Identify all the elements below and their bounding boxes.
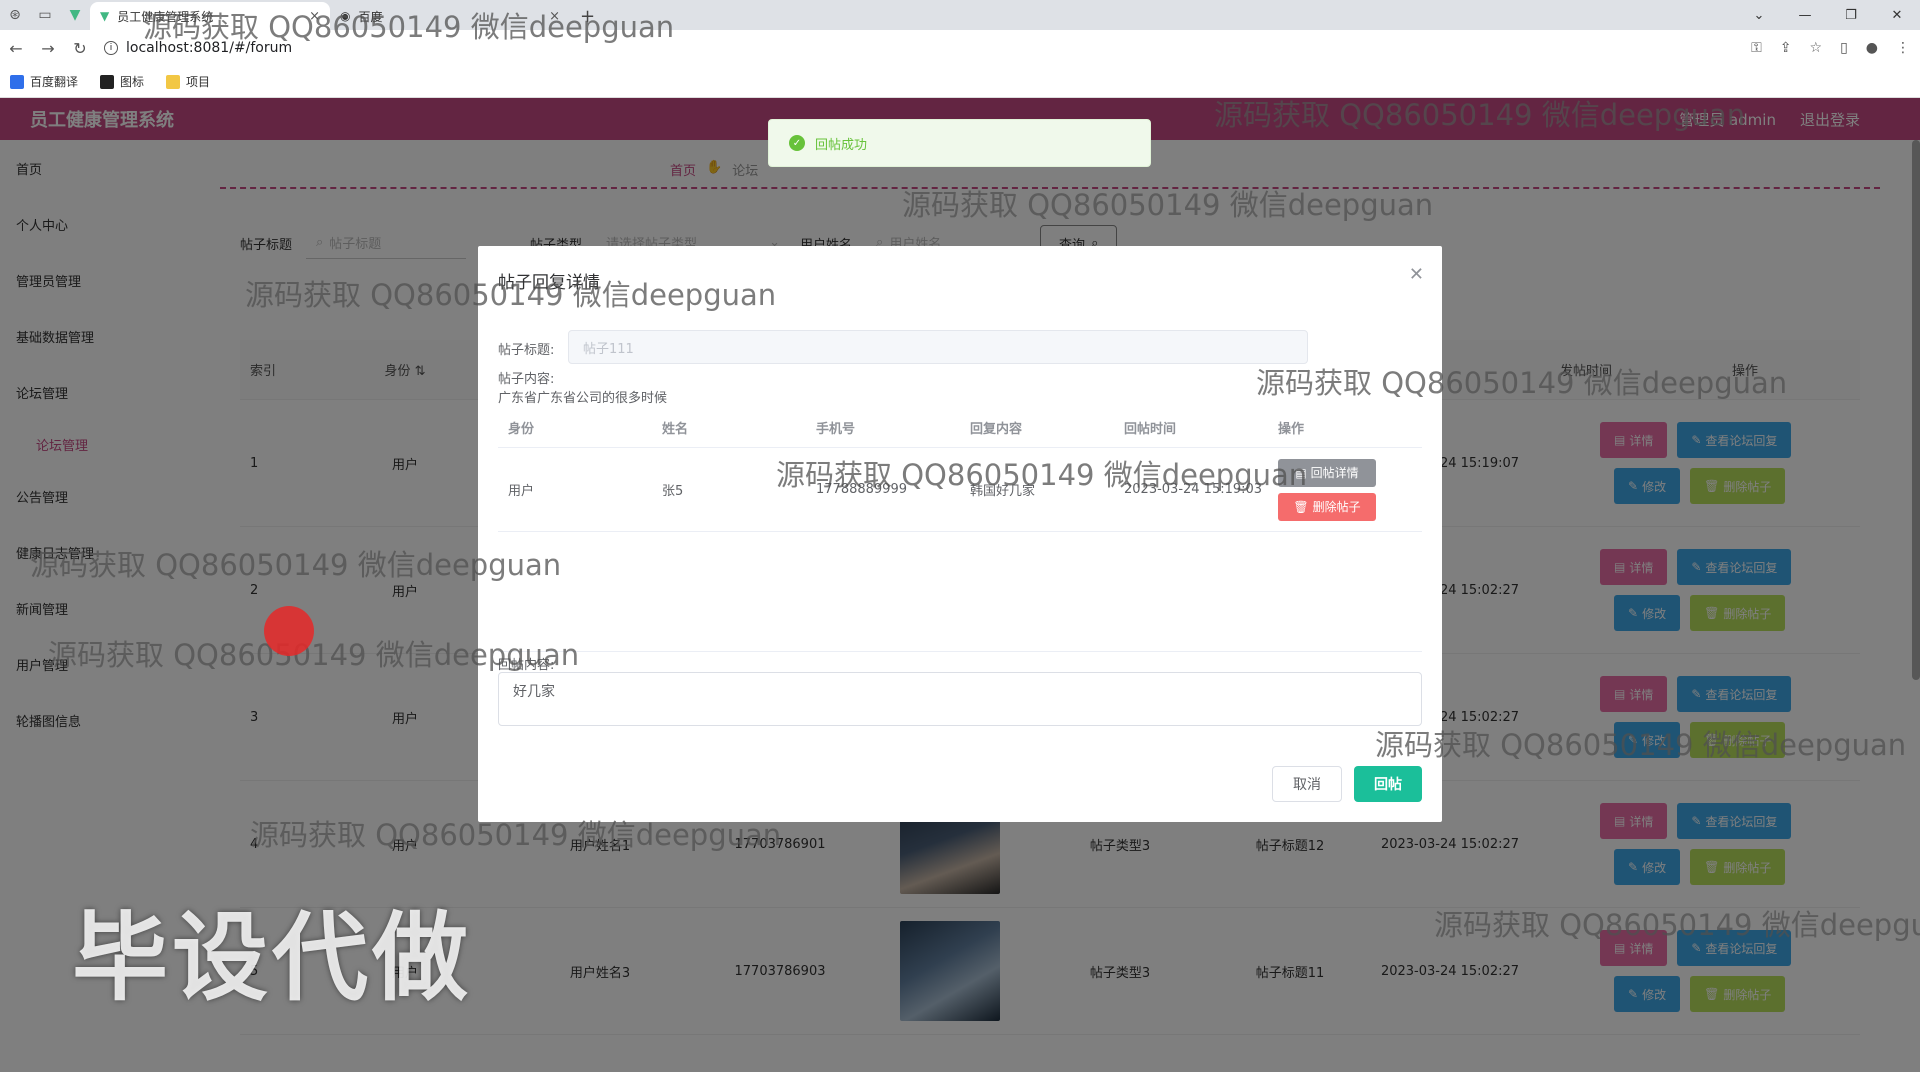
translate-icon bbox=[10, 74, 24, 89]
post-title-label: 帖子标题: bbox=[498, 343, 555, 358]
url-field[interactable]: i localhost:8081/#/forum bbox=[104, 40, 292, 56]
reply-content: 韩国好几家 bbox=[970, 484, 1036, 499]
browser-tabbar: ⊛ ▭ ▼ ▼ 员工健康管理系统 × ◉ 百度 × + ⌄ — ❐ ✕ bbox=[0, 0, 1920, 30]
bookmark-label: 百度翻译 bbox=[30, 75, 79, 89]
key-icon[interactable]: ⚿ bbox=[1751, 40, 1762, 56]
reply-table-header: 身份 姓名 手机号 回复内容 回帖时间 操作 bbox=[498, 408, 1422, 448]
post-title-field: 帖子111 bbox=[568, 330, 1308, 364]
reply-phone: 17788889999 bbox=[816, 482, 907, 497]
reply-header-time: 回帖时间 bbox=[1124, 422, 1177, 437]
vue-icon: ▼ bbox=[100, 9, 110, 23]
cancel-button[interactable]: 取消 bbox=[1272, 766, 1342, 802]
tab-close-icon[interactable]: × bbox=[309, 9, 320, 24]
bookmark-project[interactable]: 项目 bbox=[166, 73, 210, 90]
folder-icon bbox=[166, 74, 181, 89]
watermark-big: 毕设代做 bbox=[72, 902, 472, 1014]
tab-baidu[interactable]: ◉ 百度 × bbox=[330, 2, 570, 30]
back-icon[interactable]: ← bbox=[0, 39, 32, 58]
bookmark-label: 项目 bbox=[186, 75, 211, 89]
reply-table-empty-area bbox=[498, 532, 1422, 652]
restore-icon[interactable]: ❐ bbox=[1828, 0, 1874, 30]
share-icon[interactable]: ⇪ bbox=[1780, 40, 1792, 56]
info-icon[interactable]: i bbox=[104, 41, 118, 55]
close-window-icon[interactable]: ✕ bbox=[1874, 0, 1920, 30]
star-icon[interactable]: ☆ bbox=[1810, 40, 1823, 56]
dialog-title: 帖子回复详情 bbox=[498, 273, 600, 293]
reply-detail-dialog: 帖子回复详情 ✕ 帖子标题: 帖子111 帖子内容: 广东省广东省公司的很多时候… bbox=[478, 246, 1442, 822]
reply-name: 张5 bbox=[662, 484, 684, 499]
toast-message: 回帖成功 bbox=[815, 137, 868, 153]
tab-label: 员工健康管理系统 bbox=[117, 9, 214, 24]
detail-icon: ▤ bbox=[1295, 465, 1307, 480]
tab-search-dropdown-icon[interactable]: ⌄ bbox=[1736, 0, 1782, 30]
new-tab-button[interactable]: + bbox=[570, 2, 605, 30]
reply-role: 用户 bbox=[508, 484, 535, 499]
reply-header-phone: 手机号 bbox=[816, 422, 856, 437]
sidepanel-icon[interactable]: ▯ bbox=[1840, 40, 1848, 56]
tab-active[interactable]: ▼ 员工健康管理系统 × bbox=[90, 2, 330, 30]
submit-reply-button[interactable]: 回帖 bbox=[1354, 766, 1422, 802]
tab-label: 百度 bbox=[358, 9, 383, 24]
reply-header-ops: 操作 bbox=[1278, 422, 1305, 437]
forward-icon[interactable]: → bbox=[32, 39, 64, 58]
vue-favicon-icon[interactable]: ▼ bbox=[60, 0, 90, 30]
tab-search-icon[interactable]: ⊛ bbox=[0, 0, 30, 30]
reload-icon[interactable]: ↻ bbox=[64, 39, 96, 58]
check-circle-icon: ✓ bbox=[789, 135, 805, 151]
tab-close-icon[interactable]: × bbox=[549, 9, 560, 24]
reply-header-role: 身份 bbox=[508, 422, 535, 437]
success-toast: ✓ 回帖成功 bbox=[768, 119, 1151, 167]
reply-delete-button[interactable]: 🗑 删除帖子 bbox=[1278, 492, 1376, 521]
reply-table: 身份 姓名 手机号 回复内容 回帖时间 操作 用户 张5 17788889999… bbox=[498, 408, 1422, 652]
trash-icon: 🗑 bbox=[1293, 499, 1309, 514]
tab-pinned-icon[interactable]: ▭ bbox=[30, 0, 60, 30]
icon-site-icon bbox=[100, 74, 115, 89]
reply-row: 用户 张5 17788889999 韩国好几家 2023-03-24 15:19… bbox=[498, 448, 1422, 532]
reply-time: 2023-03-24 15:19:03 bbox=[1124, 482, 1263, 497]
reply-detail-button[interactable]: ▤ 回帖详情 bbox=[1278, 458, 1376, 487]
post-content-label: 帖子内容: bbox=[498, 372, 555, 387]
close-icon[interactable]: ✕ bbox=[1409, 264, 1424, 285]
url-text: localhost:8081/#/forum bbox=[126, 40, 293, 56]
address-bar: ← → ↻ i localhost:8081/#/forum ⚿ ⇪ ☆ ▯ ●… bbox=[0, 30, 1920, 66]
bookmark-translate[interactable]: 百度翻译 bbox=[10, 73, 78, 90]
reply-input-label: 回帖内容: bbox=[498, 658, 555, 673]
dialog-footer: 取消 回帖 bbox=[1272, 766, 1422, 802]
baidu-icon: ◉ bbox=[340, 9, 351, 23]
bookmark-icons[interactable]: 图标 bbox=[100, 73, 144, 90]
window-controls: ⌄ — ❐ ✕ bbox=[1736, 0, 1920, 30]
bookmarks-bar: 百度翻译 图标 项目 bbox=[0, 66, 1920, 98]
reply-ops: ▤ 回帖详情 🗑 删除帖子 bbox=[1268, 458, 1422, 521]
cursor-highlight bbox=[264, 606, 314, 656]
post-content-value: 广东省广东省公司的很多时候 bbox=[498, 391, 668, 406]
reply-textarea[interactable]: 好几家 bbox=[498, 672, 1422, 726]
reply-header-name: 姓名 bbox=[662, 422, 689, 437]
menu-icon[interactable]: ⋮ bbox=[1896, 40, 1910, 56]
minimize-icon[interactable]: — bbox=[1782, 0, 1828, 30]
browser-actions: ⚿ ⇪ ☆ ▯ ● ⋮ bbox=[1751, 30, 1910, 66]
reply-header-content: 回复内容 bbox=[970, 422, 1023, 437]
profile-icon[interactable]: ● bbox=[1866, 40, 1878, 56]
bookmark-label: 图标 bbox=[120, 75, 145, 89]
